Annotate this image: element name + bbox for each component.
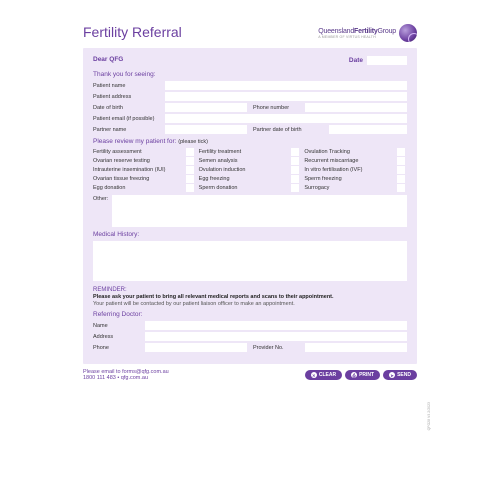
- review-item-checkbox[interactable]: [397, 166, 405, 174]
- review-item-label: Fertility assessment: [93, 149, 183, 155]
- date-wrap: Date: [349, 56, 407, 65]
- reminder-block: REMINDER: Please ask your patient to bri…: [93, 287, 407, 307]
- input-dob[interactable]: [165, 103, 247, 112]
- reminder-sub: Your patient will be contacted by our pa…: [93, 301, 407, 307]
- review-item-checkbox[interactable]: [186, 184, 194, 192]
- input-ref-address[interactable]: [145, 332, 407, 341]
- review-item-checkbox[interactable]: [186, 148, 194, 156]
- review-item-checkbox[interactable]: [397, 175, 405, 183]
- footer: Please email to forms@qfg.com.au 1800 11…: [83, 369, 417, 381]
- review-item-label: Ovarian tissue freezing: [93, 176, 183, 182]
- label-other: Other:: [93, 195, 108, 227]
- brand: QueenslandFertilityGroup A MEMBER OF VIR…: [318, 24, 417, 42]
- review-item-checkbox[interactable]: [186, 157, 194, 165]
- section-review: Please review my patient for: (please ti…: [93, 138, 407, 145]
- label-phone: Phone number: [253, 105, 301, 111]
- review-item-checkbox[interactable]: [397, 184, 405, 192]
- review-grid: Fertility assessment Fertility treatment O…: [93, 148, 407, 192]
- label-email: Patient email (if possible): [93, 116, 161, 122]
- review-item-label: Sperm donation: [199, 185, 289, 191]
- footer-line2: 1800 111 483 • qfg.com.au: [83, 375, 169, 381]
- review-item-label: Semen analysis: [199, 158, 289, 164]
- print-button[interactable]: ⎙PRINT: [345, 370, 380, 380]
- date-label: Date: [349, 57, 363, 64]
- label-patient-address: Patient address: [93, 94, 161, 100]
- section-medical-history: Medical History:: [93, 231, 407, 238]
- review-item-checkbox[interactable]: [291, 148, 299, 156]
- review-item-checkbox[interactable]: [186, 166, 194, 174]
- label-provider: Provider No.: [253, 345, 301, 351]
- section-thank-you: Thank you for seeing:: [93, 71, 407, 78]
- review-item-checkbox[interactable]: [186, 175, 194, 183]
- input-medical-history[interactable]: [93, 241, 407, 281]
- review-item-label: Sperm freezing: [304, 176, 394, 182]
- review-item-checkbox[interactable]: [291, 184, 299, 192]
- review-item-checkbox[interactable]: [291, 166, 299, 174]
- review-item-label: Intrauterine insemination (IUI): [93, 167, 183, 173]
- brand-subtext: A MEMBER OF VIRTUS HEALTH: [318, 35, 396, 39]
- brand-logo-icon: [399, 24, 417, 42]
- label-partner-name: Partner name: [93, 127, 161, 133]
- input-ref-phone[interactable]: [145, 343, 247, 352]
- review-item-checkbox[interactable]: [397, 157, 405, 165]
- label-partner-dob: Partner date of birth: [253, 127, 325, 133]
- page-title: Fertility Referral: [83, 24, 182, 40]
- input-partner-name[interactable]: [165, 125, 247, 134]
- label-ref-name: Name: [93, 323, 141, 329]
- input-patient-name[interactable]: [165, 81, 407, 90]
- section-referring-doctor: Referring Doctor:: [93, 311, 407, 318]
- print-icon: ⎙: [351, 372, 357, 378]
- clear-button[interactable]: ✕CLEAR: [305, 370, 342, 380]
- date-input[interactable]: [367, 56, 407, 65]
- input-patient-address[interactable]: [165, 92, 407, 101]
- reminder-main: Please ask your patient to bring all rel…: [93, 294, 407, 300]
- label-ref-address: Address: [93, 334, 141, 340]
- review-item-checkbox[interactable]: [291, 175, 299, 183]
- input-email[interactable]: [165, 114, 407, 123]
- version-code: QFG28 V4 2/2023: [427, 402, 431, 430]
- review-item-label: Egg freezing: [199, 176, 289, 182]
- review-item-checkbox[interactable]: [397, 148, 405, 156]
- footer-buttons: ✕CLEAR ⎙PRINT ➤SEND: [305, 370, 417, 380]
- input-provider[interactable]: [305, 343, 407, 352]
- review-item-label: Fertility treatment: [199, 149, 289, 155]
- referral-form-page: Fertility Referral QueenslandFertilityGr…: [65, 10, 435, 490]
- footer-contact: Please email to forms@qfg.com.au 1800 11…: [83, 369, 169, 381]
- brand-text: QueenslandFertilityGroup: [318, 28, 396, 35]
- input-ref-name[interactable]: [145, 321, 407, 330]
- review-item-label: Surrogacy: [304, 185, 394, 191]
- review-item-label: Ovarian reserve testing: [93, 158, 183, 164]
- input-partner-dob[interactable]: [329, 125, 407, 134]
- review-item-label: Recurrent miscarriage: [304, 158, 394, 164]
- reminder-head: REMINDER:: [93, 287, 407, 293]
- input-phone[interactable]: [305, 103, 407, 112]
- brand-text-wrap: QueenslandFertilityGroup A MEMBER OF VIR…: [318, 28, 396, 39]
- label-ref-phone: Phone: [93, 345, 141, 351]
- label-dob: Date of birth: [93, 105, 161, 111]
- review-item-label: In vitro fertilisation (IVF): [304, 167, 394, 173]
- send-icon: ➤: [389, 372, 395, 378]
- dear-text: Dear QFG: [93, 56, 123, 65]
- form-body: Dear QFG Date Thank you for seeing: Pati…: [83, 48, 417, 364]
- header: Fertility Referral QueenslandFertilityGr…: [83, 24, 417, 42]
- clear-icon: ✕: [311, 372, 317, 378]
- review-item-label: Ovulation induction: [199, 167, 289, 173]
- label-patient-name: Patient name: [93, 83, 161, 89]
- input-other[interactable]: [112, 195, 407, 227]
- review-item-label: Egg donation: [93, 185, 183, 191]
- review-item-label: Ovulation Tracking: [304, 149, 394, 155]
- send-button[interactable]: ➤SEND: [383, 370, 417, 380]
- dear-row: Dear QFG Date: [93, 56, 407, 65]
- review-item-checkbox[interactable]: [291, 157, 299, 165]
